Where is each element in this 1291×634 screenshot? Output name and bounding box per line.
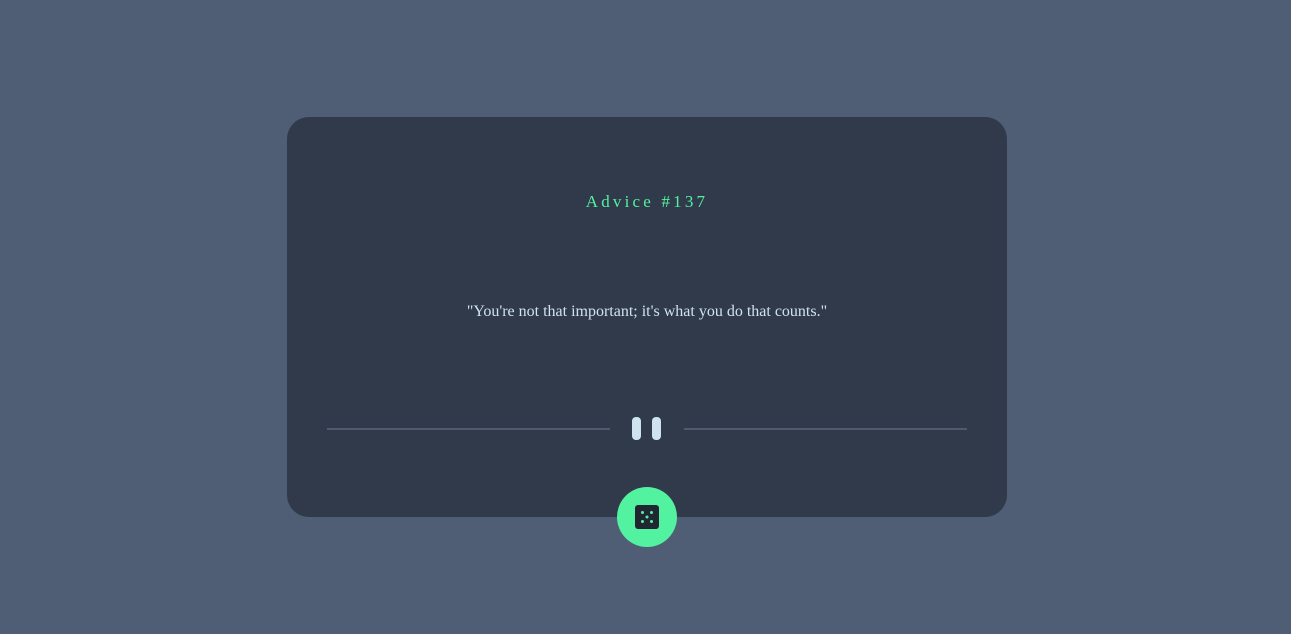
new-advice-button[interactable] xyxy=(617,487,677,547)
divider-line-right xyxy=(684,428,967,430)
pause-bar-right xyxy=(652,417,661,440)
page: Advice #137 "You're not that important; … xyxy=(0,0,1291,634)
advice-quote: "You're not that important; it's what yo… xyxy=(466,303,828,320)
pause-bar-left xyxy=(632,417,641,440)
pause-icon xyxy=(632,417,662,441)
divider-line-left xyxy=(327,428,610,430)
divider xyxy=(327,417,967,441)
advice-card: Advice #137 "You're not that important; … xyxy=(287,117,1007,517)
dice-icon xyxy=(635,505,659,529)
advice-title: Advice #137 xyxy=(585,192,709,211)
